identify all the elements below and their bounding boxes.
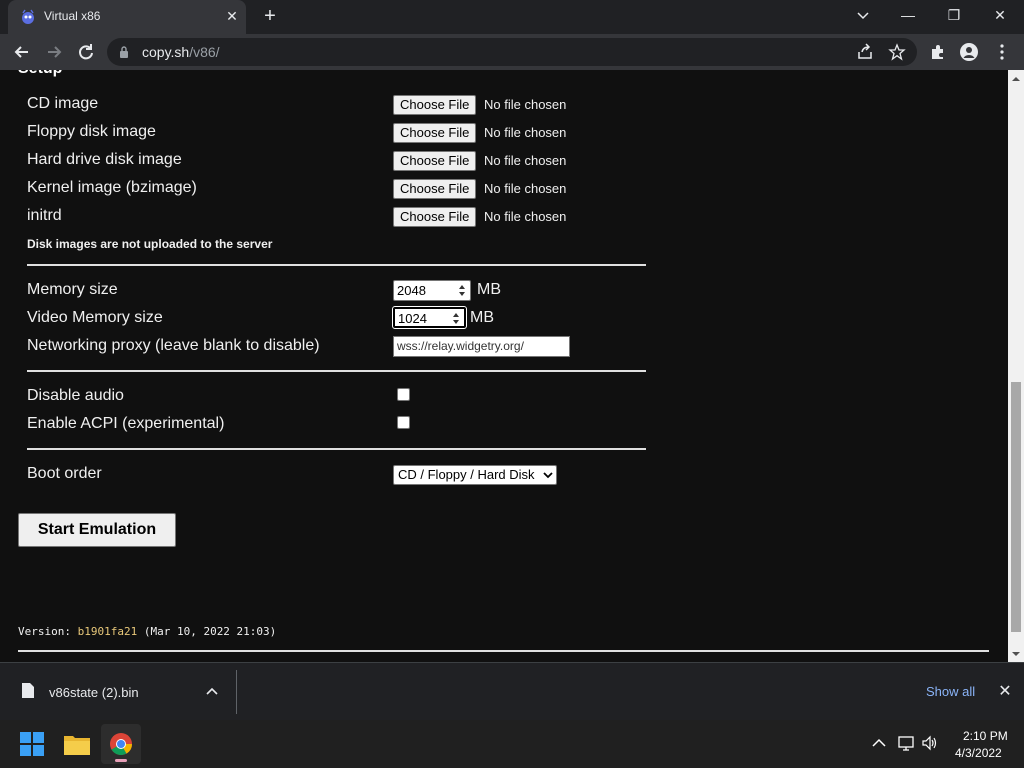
chevron-up-icon[interactable] — [206, 686, 218, 696]
kernel-image-choose-file-button[interactable]: Choose File — [393, 179, 477, 199]
address-bar[interactable]: copy.sh/v86/ — [107, 38, 917, 66]
divider — [27, 370, 646, 372]
download-shelf: v86state (2).bin Show all ✕ — [0, 662, 1024, 720]
divider — [27, 264, 646, 266]
windows-logo-icon — [20, 732, 44, 756]
file-icon — [22, 683, 34, 698]
show-all-link[interactable]: Show all — [926, 684, 975, 699]
v86-favicon-icon — [22, 9, 34, 24]
hard-drive-image-label: Hard drive disk image — [27, 151, 182, 168]
restore-button[interactable]: ❐ — [931, 0, 977, 32]
tab-search-chevron-icon[interactable] — [852, 6, 874, 26]
divider — [27, 448, 646, 450]
menu-kebab-icon[interactable] — [993, 43, 1011, 61]
floppy-image-choose-file-button[interactable]: Choose File — [393, 123, 477, 143]
chevron-down-icon — [543, 472, 553, 479]
video-memory-size-input[interactable]: 1024 — [392, 306, 467, 329]
memory-size-input[interactable]: 2048 — [393, 280, 471, 301]
setup-heading: Setup — [18, 70, 62, 78]
tab-virtual-x86[interactable]: Virtual x86 ✕ — [8, 0, 246, 34]
lock-icon[interactable] — [119, 46, 129, 58]
boot-order-label: Boot order — [27, 465, 102, 482]
divider — [236, 670, 237, 714]
profile-avatar-icon[interactable] — [960, 43, 978, 61]
disable-audio-label: Disable audio — [27, 387, 124, 404]
clock-time[interactable]: 2:10 PM — [963, 729, 1008, 743]
reload-icon[interactable] — [72, 38, 100, 66]
page-scrollbar[interactable] — [1008, 70, 1024, 662]
start-button[interactable] — [12, 724, 52, 764]
scroll-down-arrow-icon[interactable] — [1012, 650, 1020, 658]
hard-drive-image-file-status: No file chosen — [484, 153, 567, 168]
networking-proxy-label: Networking proxy (leave blank to disable… — [27, 337, 320, 354]
networking-proxy-input[interactable]: wss://relay.widgetry.org/ — [393, 336, 570, 357]
enable-acpi-label: Enable ACPI (experimental) — [27, 415, 225, 432]
video-memory-size-label: Video Memory size — [27, 309, 163, 326]
extensions-puzzle-icon[interactable] — [929, 43, 947, 61]
chrome-taskbar-button[interactable] — [101, 724, 141, 764]
video-memory-size-value: 1024 — [398, 311, 427, 326]
divider — [18, 650, 989, 652]
enable-acpi-checkbox[interactable] — [397, 416, 410, 429]
tab-strip: Virtual x86 ✕ + — ❐ ✕ — [0, 0, 1024, 34]
memory-size-unit: MB — [477, 281, 501, 298]
hard-drive-image-choose-file-button[interactable]: Choose File — [393, 151, 477, 171]
tab-close-icon[interactable]: ✕ — [224, 7, 240, 25]
windows-taskbar: 2:10 PM 4/3/2022 — [0, 720, 1024, 768]
share-icon[interactable] — [856, 43, 874, 61]
spinner-arrows-icon[interactable] — [452, 312, 460, 325]
boot-order-select[interactable]: CD / Floppy / Hard Disk — [393, 465, 557, 485]
cd-image-label: CD image — [27, 95, 99, 112]
active-app-indicator — [115, 759, 127, 762]
initrd-label: initrd — [27, 207, 62, 224]
back-arrow-icon[interactable] — [8, 38, 36, 66]
initrd-choose-file-button[interactable]: Choose File — [393, 207, 477, 227]
close-shelf-icon[interactable]: ✕ — [996, 683, 1014, 701]
floppy-image-file-status: No file chosen — [484, 125, 567, 140]
kernel-image-file-status: No file chosen — [484, 181, 567, 196]
cd-image-file-status: No file chosen — [484, 97, 567, 112]
boot-order-value: CD / Floppy / Hard Disk — [398, 467, 535, 482]
scrollbar-thumb[interactable] — [1011, 382, 1021, 632]
chevron-up-icon[interactable] — [870, 734, 888, 752]
forward-arrow-icon[interactable] — [40, 38, 68, 66]
download-file-name[interactable]: v86state (2).bin — [49, 685, 139, 700]
chrome-icon — [110, 733, 132, 755]
minimize-button[interactable]: — — [885, 0, 931, 32]
kernel-image-label: Kernel image (bzimage) — [27, 179, 197, 196]
tab-title: Virtual x86 — [44, 9, 101, 23]
disable-audio-checkbox[interactable] — [397, 388, 410, 401]
cd-image-choose-file-button[interactable]: Choose File — [393, 95, 477, 115]
page-content: Setup CD image Choose File No file chose… — [0, 70, 1008, 662]
volume-icon[interactable] — [921, 734, 939, 752]
memory-size-value: 2048 — [397, 283, 426, 298]
scroll-up-arrow-icon[interactable] — [1012, 75, 1020, 83]
url-text: copy.sh/v86/ — [142, 44, 220, 60]
window-close-button[interactable]: ✕ — [977, 0, 1023, 32]
file-explorer-button[interactable] — [57, 724, 97, 764]
memory-size-label: Memory size — [27, 281, 118, 298]
start-emulation-button[interactable]: Start Emulation — [18, 513, 176, 547]
initrd-file-status: No file chosen — [484, 209, 567, 224]
video-memory-size-unit: MB — [470, 309, 494, 326]
version-info: Version: b1901fa21 (Mar 10, 2022 21:03) — [18, 625, 277, 638]
upload-note: Disk images are not uploaded to the serv… — [27, 237, 273, 251]
new-tab-button[interactable]: + — [258, 5, 282, 29]
clock-date[interactable]: 4/3/2022 — [955, 746, 1002, 760]
spinner-arrows-icon[interactable] — [458, 284, 466, 297]
network-icon[interactable] — [897, 734, 915, 752]
browser-toolbar: copy.sh/v86/ — [0, 34, 1024, 70]
floppy-image-label: Floppy disk image — [27, 123, 156, 140]
bookmark-star-icon[interactable] — [888, 43, 906, 61]
folder-icon — [64, 736, 90, 755]
version-hash-link[interactable]: b1901fa21 — [78, 625, 138, 638]
